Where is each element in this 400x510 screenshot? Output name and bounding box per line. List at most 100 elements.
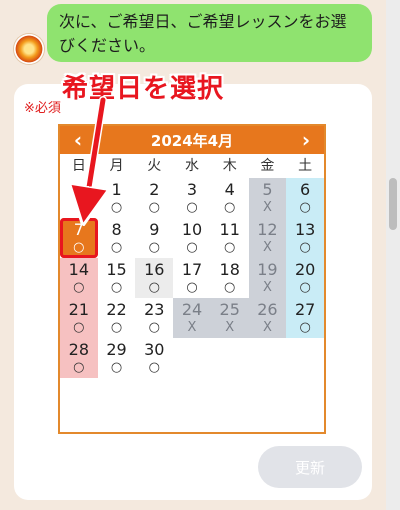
calendar-day: 25 X	[210, 298, 249, 338]
calendar-day: 5X	[248, 178, 287, 218]
calendar-weekdays: 日月火水木金土	[60, 154, 324, 178]
calendar-day-empty	[173, 338, 211, 378]
calendar-grid: 1 ○ 2 ○ 3 ○ 4 ○ 5 X 6 ○ 7 ○ 8 ○ 9 ○ 10 ○ 11 ○ 12 X 13 ○ 14 ○ 15 ○ 16 ○ 1…	[60, 178, 324, 378]
day-number: 7	[73, 220, 84, 239]
calendar-day[interactable]: 3 ○	[173, 178, 211, 218]
calendar-day: 26 X	[248, 298, 287, 338]
calendar-day[interactable]: 29 ○	[98, 338, 136, 378]
annotation-label: 希望日を選択	[62, 74, 225, 104]
day-number: 3	[186, 180, 198, 199]
day-number: 23	[144, 300, 165, 319]
calendar-day[interactable]: 21 ○	[60, 298, 98, 338]
available-mark: ○	[110, 280, 123, 295]
available-mark: ○	[299, 200, 311, 215]
calendar-day[interactable]: 23 ○	[135, 298, 173, 338]
calendar-day-selected[interactable]: 7 ○	[60, 218, 98, 258]
available-mark: ○	[148, 320, 160, 335]
available-mark: ○	[148, 280, 160, 295]
unavailable-mark: X	[187, 320, 197, 335]
available-mark: ○	[73, 320, 85, 335]
available-mark: ○	[299, 280, 311, 295]
calendar-day[interactable]: 2 ○	[135, 178, 173, 218]
unavailable-mark: X	[225, 320, 235, 335]
calendar-day: 12 X	[248, 218, 287, 258]
chevron-left-icon[interactable]: ‹	[64, 126, 92, 154]
calendar-day[interactable]: 28 ○	[60, 338, 98, 378]
available-mark: ○	[148, 200, 160, 215]
day-number: 29	[106, 340, 127, 359]
bot-avatar	[14, 34, 44, 64]
available-mark: ○	[299, 320, 311, 335]
calendar-day[interactable]: 8 ○	[98, 218, 136, 258]
available-mark: ○	[186, 240, 198, 255]
day-number: 16	[144, 260, 165, 279]
available-mark: ○	[224, 240, 236, 255]
weekday-label: 水	[184, 158, 199, 174]
available-mark: ○	[186, 200, 198, 215]
day-number: 21	[68, 300, 90, 319]
chat-message-bubble: 次に、ご希望日、ご希望レッスンをお選びください。	[47, 4, 372, 62]
update-button[interactable]: 更新	[258, 446, 362, 488]
day-number: 27	[294, 300, 316, 319]
day-number: 20	[294, 260, 316, 279]
weekday-label: 木	[222, 158, 237, 174]
calendar-day[interactable]: 17 ○	[173, 258, 211, 298]
day-number: 25	[219, 300, 240, 319]
calendar-day[interactable]: 14 ○	[60, 258, 98, 298]
day-number: 15	[106, 260, 127, 279]
calendar-day[interactable]: 4 ○	[211, 178, 249, 218]
day-number: 9	[149, 220, 160, 239]
available-mark: ○	[299, 240, 311, 255]
calendar-day[interactable]: 1 ○	[98, 178, 136, 218]
available-mark: ○	[110, 360, 123, 375]
calendar-day-empty	[286, 338, 324, 378]
calendar-day[interactable]: 16 ○	[135, 258, 174, 298]
calendar-day[interactable]: 22 ○	[98, 298, 136, 338]
scrollbar-track[interactable]	[386, 0, 400, 510]
calendar-day[interactable]: 9 ○	[135, 218, 173, 258]
available-mark: ○	[224, 200, 236, 215]
calendar-day: 19 X	[248, 258, 287, 298]
calendar-day[interactable]: 15 ○	[98, 258, 136, 298]
weekday-label: 月	[109, 158, 124, 174]
day-number: 1	[111, 180, 122, 199]
available-mark: ○	[73, 360, 85, 375]
calendar: ‹ 2024年4月 › 日月火水木金土 1 ○ 2 ○ 3 ○ 4 ○ 5 X 6 ○ 7 ○ 8 ○ 9 ○ 10…	[58, 124, 326, 434]
calendar-day[interactable]: 13 ○	[286, 218, 324, 258]
day-number: 4	[224, 180, 235, 199]
available-mark: ○	[110, 320, 123, 335]
day-number: 30	[144, 340, 165, 359]
chevron-right-icon[interactable]: ›	[292, 126, 320, 154]
day-number: 12	[257, 220, 278, 239]
day-number: 13	[294, 220, 316, 239]
calendar-day-empty	[60, 178, 98, 218]
calendar-day[interactable]: 30 ○	[135, 338, 173, 378]
unavailable-mark: X	[262, 240, 272, 255]
weekday-label: 金	[260, 158, 275, 174]
day-number: 8	[111, 220, 122, 239]
calendar-month-label: 2024年4月	[150, 131, 234, 150]
unavailable-mark: X	[262, 200, 272, 215]
available-mark: ○	[73, 280, 85, 295]
calendar-day[interactable]: 10 ○	[173, 218, 211, 258]
calendar-day[interactable]: 20 ○	[286, 258, 324, 298]
day-number: 28	[68, 340, 90, 359]
calendar-day[interactable]: 6 ○	[286, 178, 324, 218]
calendar-day[interactable]: 27 ○	[286, 298, 324, 338]
available-mark: ○	[148, 240, 160, 255]
day-number: 26	[257, 300, 278, 319]
day-number: 5	[262, 180, 273, 199]
scrollbar-thumb[interactable]	[389, 178, 397, 230]
day-number: 14	[68, 260, 90, 279]
day-number: 22	[106, 300, 127, 319]
weekday-label: 土	[298, 158, 313, 174]
calendar-day[interactable]: 11 ○	[211, 218, 249, 258]
day-number: 2	[149, 180, 160, 199]
available-mark: ○	[148, 360, 160, 375]
available-mark: ○	[186, 280, 198, 295]
day-number: 19	[257, 260, 278, 279]
calendar-day[interactable]: 18 ○	[211, 258, 249, 298]
available-mark: ○	[110, 240, 123, 255]
reservation-card: ※必須 ‹ 2024年4月 › 日月火水木金土 1 ○ 2 ○ 3 ○ 4 ○ 5 X 6 ○ 7 ○ 8 ○…	[14, 84, 372, 500]
weekday-label: 火	[147, 158, 162, 174]
